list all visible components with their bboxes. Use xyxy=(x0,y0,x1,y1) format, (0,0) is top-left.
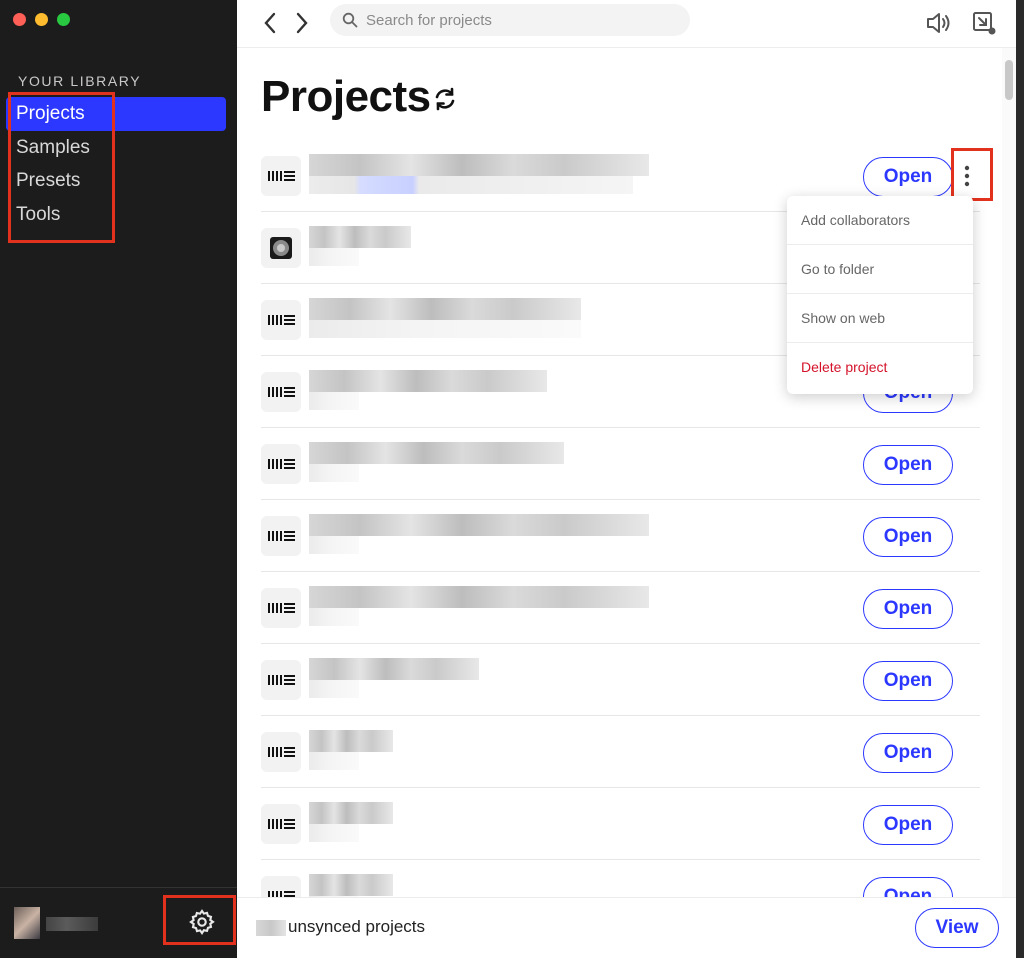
export-window-icon[interactable] xyxy=(971,10,997,36)
project-name-redacted xyxy=(309,226,411,248)
open-project-button[interactable]: Open xyxy=(863,517,953,557)
menu-item-delete-project[interactable]: Delete project xyxy=(787,343,973,392)
project-name-redacted xyxy=(309,370,547,392)
project-file-icon xyxy=(261,804,301,844)
project-file-icon xyxy=(261,372,301,412)
chevron-left-icon[interactable] xyxy=(259,10,281,36)
project-row[interactable]: Open xyxy=(261,428,980,500)
open-project-button[interactable]: Open xyxy=(863,733,953,773)
project-file-icon xyxy=(261,588,301,628)
project-name-redacted xyxy=(309,298,581,320)
project-row[interactable]: Open xyxy=(261,716,980,788)
open-project-button[interactable]: Open xyxy=(863,157,953,197)
project-name-redacted xyxy=(309,442,564,464)
library-nav: Projects Samples Presets Tools xyxy=(6,97,226,231)
menu-item-add-collaborators[interactable]: Add collaborators xyxy=(787,196,973,245)
search-bar xyxy=(330,4,690,36)
page-title: Projects xyxy=(261,72,431,121)
open-project-button[interactable]: Open xyxy=(863,589,953,629)
library-heading: YOUR LIBRARY xyxy=(18,73,142,89)
project-file-icon xyxy=(261,156,301,196)
view-unsynced-button[interactable]: View xyxy=(915,908,999,948)
scrollbar-thumb[interactable] xyxy=(1005,60,1013,100)
project-meta-redacted xyxy=(309,752,359,770)
unsynced-count-redacted xyxy=(256,920,286,936)
scrollbar-track[interactable] xyxy=(1002,48,1016,898)
project-file-icon xyxy=(261,660,301,700)
chevron-right-icon[interactable] xyxy=(291,10,313,36)
project-row[interactable]: Open xyxy=(261,644,980,716)
gear-icon[interactable] xyxy=(188,908,216,936)
open-project-button[interactable]: Open xyxy=(863,661,953,701)
sidebar-item-tools[interactable]: Tools xyxy=(6,198,226,232)
window-edge xyxy=(1016,0,1024,958)
project-name-redacted xyxy=(309,874,393,896)
project-file-icon xyxy=(261,444,301,484)
project-meta-redacted xyxy=(309,824,359,842)
project-meta-redacted xyxy=(309,248,359,266)
refresh-icon[interactable] xyxy=(432,86,458,112)
toolbar xyxy=(237,0,1024,48)
project-row[interactable]: Open xyxy=(261,572,980,644)
sidebar-item-projects[interactable]: Projects xyxy=(6,97,226,131)
project-name-redacted xyxy=(309,586,649,608)
sidebar-item-presets[interactable]: Presets xyxy=(6,164,226,198)
project-meta-redacted xyxy=(309,392,359,410)
project-file-icon xyxy=(261,732,301,772)
project-row[interactable]: Open xyxy=(261,500,980,572)
project-meta-redacted xyxy=(309,536,359,554)
project-file-icon xyxy=(261,516,301,556)
project-name-redacted xyxy=(309,802,393,824)
project-name-redacted xyxy=(309,730,393,752)
username-redacted xyxy=(46,917,98,931)
menu-item-show-on-web[interactable]: Show on web xyxy=(787,294,973,343)
zoom-window-button[interactable] xyxy=(57,13,70,26)
window-controls xyxy=(13,13,70,26)
speaker-icon[interactable] xyxy=(925,10,953,36)
unsynced-label: unsynced projects xyxy=(288,917,426,936)
search-input[interactable] xyxy=(366,4,676,36)
project-name-redacted xyxy=(309,154,649,176)
more-options-icon[interactable] xyxy=(956,152,978,194)
avatar[interactable] xyxy=(14,907,40,939)
minimize-window-button[interactable] xyxy=(35,13,48,26)
unsynced-footer: unsynced projects View xyxy=(237,897,1024,958)
project-meta-redacted xyxy=(309,464,359,482)
sidebar-item-samples[interactable]: Samples xyxy=(6,131,226,165)
project-meta-redacted xyxy=(309,608,359,626)
project-file-icon xyxy=(261,300,301,340)
open-project-button[interactable]: Open xyxy=(863,805,953,845)
sidebar: YOUR LIBRARY Projects Samples Presets To… xyxy=(0,0,237,958)
open-project-button[interactable]: Open xyxy=(863,445,953,485)
project-meta-redacted xyxy=(309,680,359,698)
project-row[interactable]: Open xyxy=(261,788,980,860)
project-artwork-icon xyxy=(261,228,301,268)
menu-item-go-to-folder[interactable]: Go to folder xyxy=(787,245,973,294)
project-context-menu: Add collaborators Go to folder Show on w… xyxy=(787,196,973,394)
project-meta-redacted xyxy=(309,176,633,194)
search-icon xyxy=(342,12,358,28)
project-name-redacted xyxy=(309,514,649,536)
close-window-button[interactable] xyxy=(13,13,26,26)
project-meta-redacted xyxy=(309,320,581,338)
project-name-redacted xyxy=(309,658,479,680)
